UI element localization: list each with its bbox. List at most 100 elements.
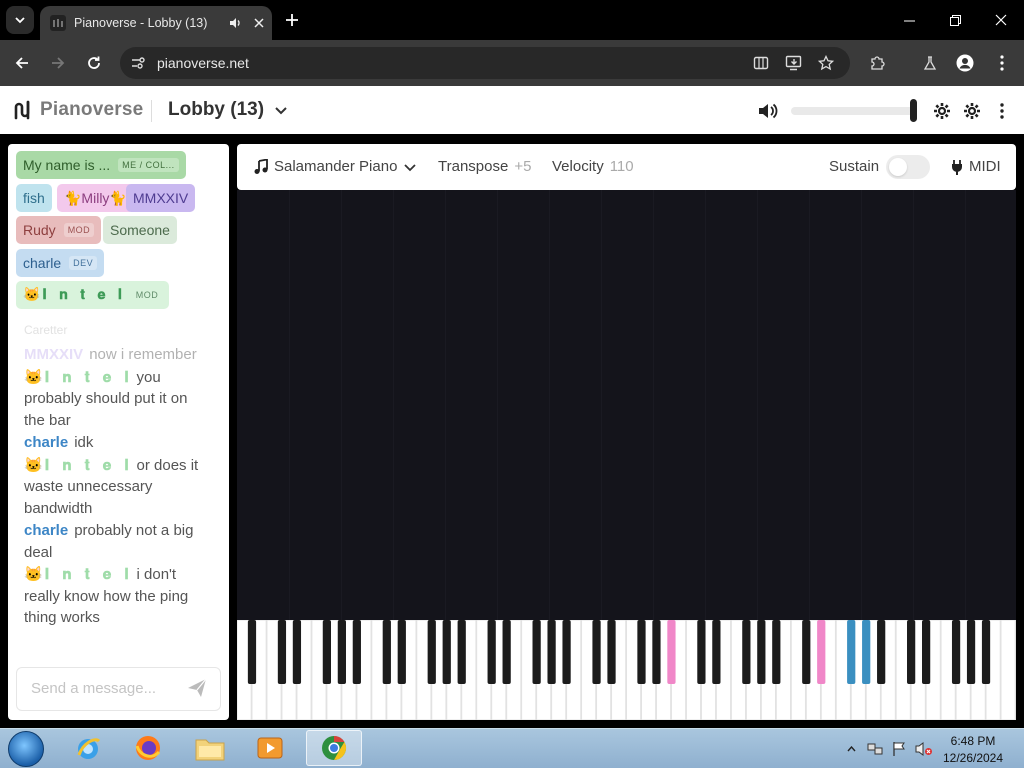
transpose-control[interactable]: Transpose +5 bbox=[438, 158, 531, 175]
app-kebab-icon[interactable] bbox=[991, 100, 1013, 122]
black-key[interactable] bbox=[532, 620, 541, 684]
chevron-down-icon[interactable] bbox=[272, 101, 290, 119]
black-key[interactable] bbox=[712, 620, 721, 684]
user-chip[interactable]: MMXXIV bbox=[126, 184, 196, 212]
network-icon[interactable] bbox=[866, 738, 884, 760]
volume-icon[interactable] bbox=[757, 100, 779, 122]
room-title[interactable]: Lobby (13) bbox=[168, 99, 264, 121]
labs-icon[interactable] bbox=[918, 51, 942, 75]
user-chip[interactable]: 🐈Milly🐈 bbox=[57, 184, 134, 212]
black-key[interactable] bbox=[966, 620, 976, 684]
black-key[interactable] bbox=[607, 620, 616, 684]
black-key[interactable] bbox=[547, 620, 556, 684]
start-button-icon[interactable] bbox=[8, 731, 44, 767]
speaker-muted-icon[interactable] bbox=[914, 738, 934, 760]
media-player-icon[interactable] bbox=[242, 730, 298, 766]
star-icon[interactable] bbox=[815, 52, 837, 74]
paper-plane-icon[interactable] bbox=[186, 677, 208, 699]
action-center-flag-icon[interactable] bbox=[890, 738, 908, 760]
black-key[interactable] bbox=[292, 620, 302, 684]
black-key[interactable] bbox=[742, 620, 751, 684]
black-key[interactable] bbox=[981, 620, 991, 684]
black-key[interactable] bbox=[951, 620, 961, 684]
kebab-icon[interactable] bbox=[990, 51, 1014, 75]
black-key[interactable] bbox=[277, 620, 287, 684]
forward-icon[interactable] bbox=[46, 51, 70, 75]
black-key[interactable] bbox=[397, 620, 406, 684]
firefox-icon[interactable] bbox=[120, 730, 176, 766]
black-key[interactable] bbox=[442, 620, 451, 684]
piano-keyboard[interactable] bbox=[236, 619, 1016, 721]
black-key-pressed[interactable] bbox=[862, 620, 871, 684]
chat-author[interactable]: MMXXIV bbox=[24, 346, 83, 363]
black-key[interactable] bbox=[802, 620, 811, 684]
user-chip[interactable]: Rudy MOD bbox=[16, 216, 102, 244]
user-chip[interactable]: 🐱𝐈 𝐧 𝐭 𝐞 𝐥 MOD bbox=[16, 281, 170, 309]
instrument-select[interactable]: Salamander Piano bbox=[253, 158, 417, 175]
black-key[interactable] bbox=[877, 620, 886, 684]
black-key[interactable] bbox=[352, 620, 361, 684]
black-key-pressed[interactable] bbox=[817, 620, 826, 684]
file-explorer-icon[interactable] bbox=[182, 730, 238, 766]
user-chip[interactable]: charle DEV bbox=[16, 249, 105, 277]
user-chip[interactable]: Someone bbox=[103, 216, 177, 244]
black-key[interactable] bbox=[427, 620, 436, 684]
site-info-icon[interactable] bbox=[127, 52, 149, 74]
show-hidden-icons-icon[interactable] bbox=[844, 738, 858, 760]
install-app-icon[interactable] bbox=[783, 52, 805, 74]
chat-author[interactable]: 🐱𝐈 𝐧 𝐭 𝐞 𝐥 bbox=[24, 565, 131, 583]
black-key[interactable] bbox=[907, 620, 916, 684]
black-key-pressed[interactable] bbox=[667, 620, 676, 684]
url-text[interactable]: pianoverse.net bbox=[157, 55, 249, 71]
restore-icon[interactable] bbox=[932, 0, 978, 40]
minimize-icon[interactable] bbox=[886, 0, 932, 40]
chat-input[interactable] bbox=[31, 680, 181, 697]
black-key[interactable] bbox=[772, 620, 781, 684]
black-key[interactable] bbox=[487, 620, 496, 684]
sustain-toggle[interactable] bbox=[886, 155, 930, 179]
gear-icon[interactable] bbox=[931, 100, 953, 122]
user-chip-self[interactable]: My name is ... ME / COL... bbox=[16, 151, 186, 179]
black-key[interactable] bbox=[247, 620, 257, 684]
extensions-icon[interactable] bbox=[865, 51, 889, 75]
system-clock[interactable]: 6:48 PM 12/26/2024 bbox=[938, 733, 1008, 767]
user-chip[interactable]: fish bbox=[16, 184, 52, 212]
black-key[interactable] bbox=[457, 620, 466, 684]
internet-explorer-icon[interactable] bbox=[60, 730, 116, 766]
chat-author[interactable]: charle bbox=[24, 522, 68, 539]
black-key[interactable] bbox=[562, 620, 571, 684]
close-icon[interactable] bbox=[248, 12, 270, 34]
plus-icon[interactable] bbox=[280, 8, 304, 32]
reading-mode-icon[interactable] bbox=[750, 52, 772, 74]
black-key[interactable] bbox=[337, 620, 346, 684]
volume-slider[interactable] bbox=[791, 107, 917, 115]
velocity-control[interactable]: Velocity 110 bbox=[552, 158, 634, 175]
chrome-icon[interactable] bbox=[306, 730, 362, 766]
brand-name[interactable]: Pianoverse bbox=[40, 99, 143, 121]
black-key[interactable] bbox=[697, 620, 706, 684]
tab-list-icon[interactable] bbox=[6, 6, 34, 34]
chat-author[interactable]: charle bbox=[24, 434, 68, 451]
reload-icon[interactable] bbox=[82, 51, 106, 75]
profile-icon[interactable] bbox=[953, 51, 977, 75]
black-key[interactable] bbox=[382, 620, 391, 684]
black-key-pressed[interactable] bbox=[847, 620, 856, 684]
close-window-icon[interactable] bbox=[978, 0, 1024, 40]
black-key[interactable] bbox=[922, 620, 931, 684]
back-icon[interactable] bbox=[10, 51, 34, 75]
midi-button[interactable]: MIDI bbox=[950, 158, 1001, 175]
black-key[interactable] bbox=[652, 620, 661, 684]
volume-slider-thumb[interactable] bbox=[910, 99, 917, 122]
black-key[interactable] bbox=[502, 620, 511, 684]
speaker-icon[interactable] bbox=[224, 12, 246, 34]
chat-author[interactable]: 🐱𝐈 𝐧 𝐭 𝐞 𝐥 bbox=[24, 456, 131, 474]
chat-author[interactable]: 🐱𝐈 𝐧 𝐭 𝐞 𝐥 bbox=[24, 368, 131, 386]
browser-tab[interactable]: Pianoverse - Lobby (13) bbox=[40, 6, 272, 40]
settings-icon[interactable] bbox=[961, 100, 983, 122]
black-key[interactable] bbox=[322, 620, 331, 684]
black-key[interactable] bbox=[757, 620, 766, 684]
black-key[interactable] bbox=[637, 620, 646, 684]
piano-keys[interactable] bbox=[236, 619, 1016, 721]
white-key[interactable] bbox=[1000, 619, 1016, 721]
black-key[interactable] bbox=[592, 620, 601, 684]
